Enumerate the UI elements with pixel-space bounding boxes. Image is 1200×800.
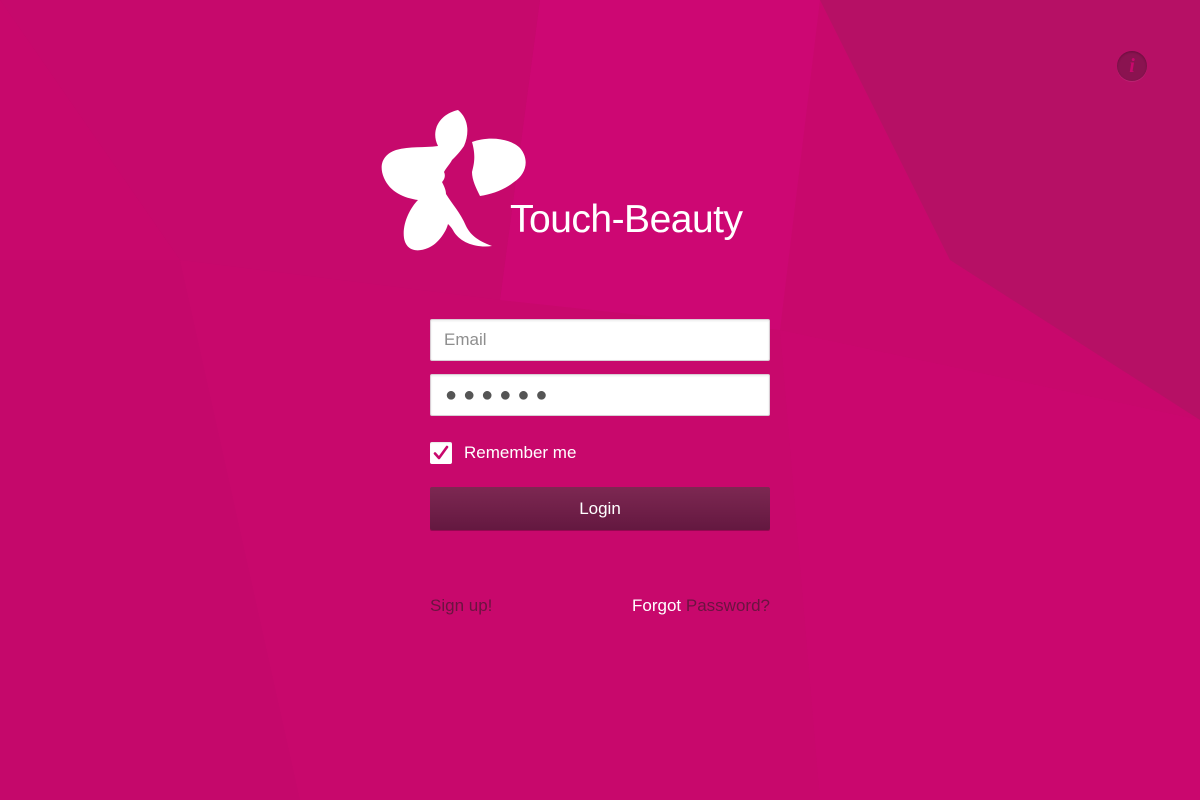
remember-me-toggle[interactable]: Remember me [430, 441, 576, 465]
info-icon: i [1129, 55, 1135, 77]
flower-face-logo-icon [381, 110, 526, 251]
sign-up-link[interactable]: Sign up! [430, 596, 492, 616]
remember-me-label: Remember me [464, 443, 577, 462]
password-field[interactable] [431, 375, 769, 415]
password-field-container: ●●●●●● [430, 374, 770, 416]
checkmark-icon [433, 445, 449, 460]
info-button[interactable]: i [1117, 51, 1147, 81]
password-word: Password? [685, 596, 770, 615]
logo: Touch-Beauty [380, 108, 750, 258]
email-field-container [430, 319, 770, 361]
email-field[interactable] [431, 320, 769, 360]
login-button[interactable]: Login [430, 487, 770, 530]
app-name: Touch-Beauty [510, 198, 743, 241]
forgot-word: Forgot [632, 596, 682, 615]
remember-me-checkbox[interactable] [430, 442, 452, 464]
forgot-password-link[interactable]: Forgot Password? [632, 596, 770, 616]
